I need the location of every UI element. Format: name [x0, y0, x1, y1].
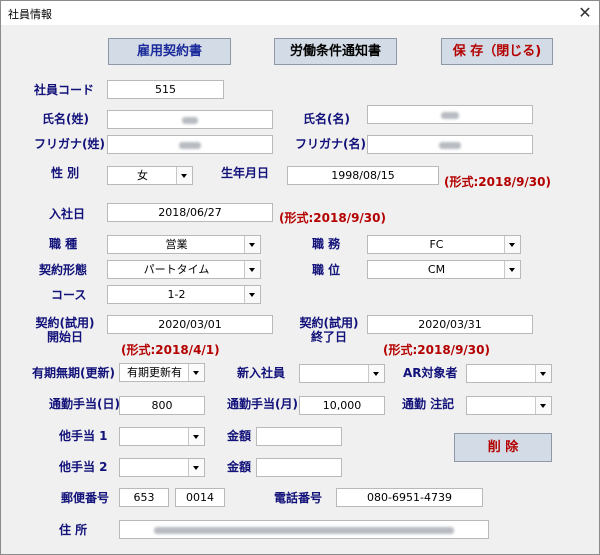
other-allowance-1-label: 他手当 1 [59, 429, 108, 443]
contract-start-label: 契約(試用) 開始日 [25, 316, 105, 344]
term-select[interactable]: 有期更新有 [119, 363, 205, 382]
hire-date-format-hint: (形式:2018/9/30) [279, 211, 386, 225]
commute-note-label: 通勤 注記 [402, 397, 455, 411]
contract-type-label: 契約形態 [39, 263, 88, 277]
amount-2-label: 金額 [227, 460, 252, 474]
hire-date-label: 入社日 [49, 207, 86, 221]
commute-day-label: 通勤手当(日) [49, 397, 120, 411]
postal-code-part2[interactable]: 0014 [175, 488, 225, 507]
commute-day-field[interactable]: 800 [119, 396, 205, 415]
job-type-label: 職 種 [49, 237, 78, 251]
chevron-down-icon[interactable] [244, 286, 260, 303]
contract-end-format-hint: (形式:2018/9/30) [383, 343, 490, 357]
hire-date-field[interactable]: 2018/06/27 [107, 203, 273, 222]
new-employee-label: 新入社員 [237, 366, 286, 380]
term-label: 有期無期(更新) [32, 366, 115, 380]
duty-label: 職 務 [312, 237, 341, 251]
contract-button[interactable]: 雇用契約書 [108, 38, 231, 65]
delete-button[interactable]: 削 除 [454, 433, 552, 462]
address-label: 住 所 [59, 523, 88, 537]
redacted-text [179, 141, 201, 149]
contract-type-value: パートタイム [143, 263, 210, 276]
last-kana-field[interactable] [107, 135, 273, 154]
chevron-down-icon[interactable] [188, 364, 204, 381]
job-type-select[interactable]: 営業 [107, 235, 261, 254]
gender-value: 女 [137, 169, 148, 182]
chevron-down-icon[interactable] [244, 236, 260, 253]
employee-code-label: 社員コード [34, 83, 95, 97]
chevron-down-icon[interactable] [535, 365, 551, 382]
last-name-field[interactable] [107, 110, 273, 129]
commute-month-field[interactable]: 10,000 [299, 396, 385, 415]
phone-label: 電話番号 [274, 491, 323, 505]
duty-value: FC [429, 238, 444, 251]
other-allowance-2-label: 他手当 2 [59, 460, 108, 474]
contract-end-label-line1: 契約(試用) [299, 316, 359, 330]
course-value: 1-2 [167, 288, 186, 301]
title-bar: 社員情報 ✕ [1, 1, 599, 25]
notice-button[interactable]: 労働条件通知書 [274, 38, 397, 65]
position-select[interactable]: CM [367, 260, 521, 279]
save-close-button[interactable]: 保 存（閉じる) [441, 38, 553, 65]
address-field[interactable] [119, 520, 489, 539]
contract-start-field[interactable]: 2020/03/01 [107, 315, 273, 334]
course-select[interactable]: 1-2 [107, 285, 261, 304]
gender-label: 性 別 [51, 166, 80, 180]
amount-1-label: 金額 [227, 429, 252, 443]
chevron-down-icon[interactable] [368, 365, 384, 382]
contract-end-field[interactable]: 2020/03/31 [367, 315, 533, 334]
contract-end-label-line2: 終了日 [310, 330, 347, 344]
commute-note-select[interactable] [466, 396, 552, 415]
chevron-down-icon[interactable] [176, 167, 192, 184]
course-label: コース [51, 288, 87, 302]
commute-month-label: 通勤手当(月) [227, 397, 298, 411]
window-title: 社員情報 [8, 8, 52, 21]
position-label: 職 位 [312, 263, 341, 277]
redacted-text [439, 141, 461, 149]
birthdate-format-hint: (形式:2018/9/30) [444, 175, 551, 189]
employee-code-field[interactable]: 515 [107, 80, 224, 99]
amount-2-field[interactable] [256, 458, 342, 477]
first-name-field[interactable] [367, 105, 533, 124]
contract-end-label: 契約(試用) 終了日 [289, 316, 369, 344]
postal-code-label: 郵便番号 [61, 491, 110, 505]
contract-start-label-line2: 開始日 [46, 330, 83, 344]
first-name-label: 氏名(名) [303, 112, 350, 126]
phone-field[interactable]: 080-6951-4739 [336, 488, 483, 507]
first-kana-field[interactable] [367, 135, 533, 154]
birthdate-label: 生年月日 [221, 166, 270, 180]
contract-type-select[interactable]: パートタイム [107, 260, 261, 279]
last-name-label: 氏名(姓) [42, 112, 89, 126]
gender-select[interactable]: 女 [107, 166, 193, 185]
term-value: 有期更新有 [127, 366, 182, 379]
employee-info-window: 社員情報 ✕ 雇用契約書 労働条件通知書 保 存（閉じる) 社員コード 515 … [0, 0, 600, 555]
other-allowance-2-select[interactable] [119, 458, 205, 477]
new-employee-select[interactable] [299, 364, 385, 383]
chevron-down-icon[interactable] [504, 236, 520, 253]
chevron-down-icon[interactable] [244, 261, 260, 278]
redacted-text [182, 116, 198, 124]
first-kana-label: フリガナ(名) [295, 137, 366, 151]
job-type-value: 営業 [165, 238, 188, 251]
ar-target-label: AR対象者 [403, 366, 458, 380]
chevron-down-icon[interactable] [188, 459, 204, 476]
chevron-down-icon[interactable] [504, 261, 520, 278]
birthdate-field[interactable]: 1998/08/15 [287, 166, 439, 185]
ar-target-select[interactable] [466, 364, 552, 383]
postal-code-part1[interactable]: 653 [119, 488, 169, 507]
duty-select[interactable]: FC [367, 235, 521, 254]
position-value: CM [427, 263, 446, 276]
contract-start-format-hint: (形式:2018/4/1) [121, 343, 220, 357]
close-icon[interactable]: ✕ [575, 3, 595, 23]
other-allowance-1-select[interactable] [119, 427, 205, 446]
amount-1-field[interactable] [256, 427, 342, 446]
chevron-down-icon[interactable] [188, 428, 204, 445]
last-kana-label: フリガナ(姓) [34, 137, 105, 151]
chevron-down-icon[interactable] [535, 397, 551, 414]
redacted-text [154, 526, 454, 534]
redacted-text [441, 111, 459, 119]
contract-start-label-line1: 契約(試用) [35, 316, 95, 330]
